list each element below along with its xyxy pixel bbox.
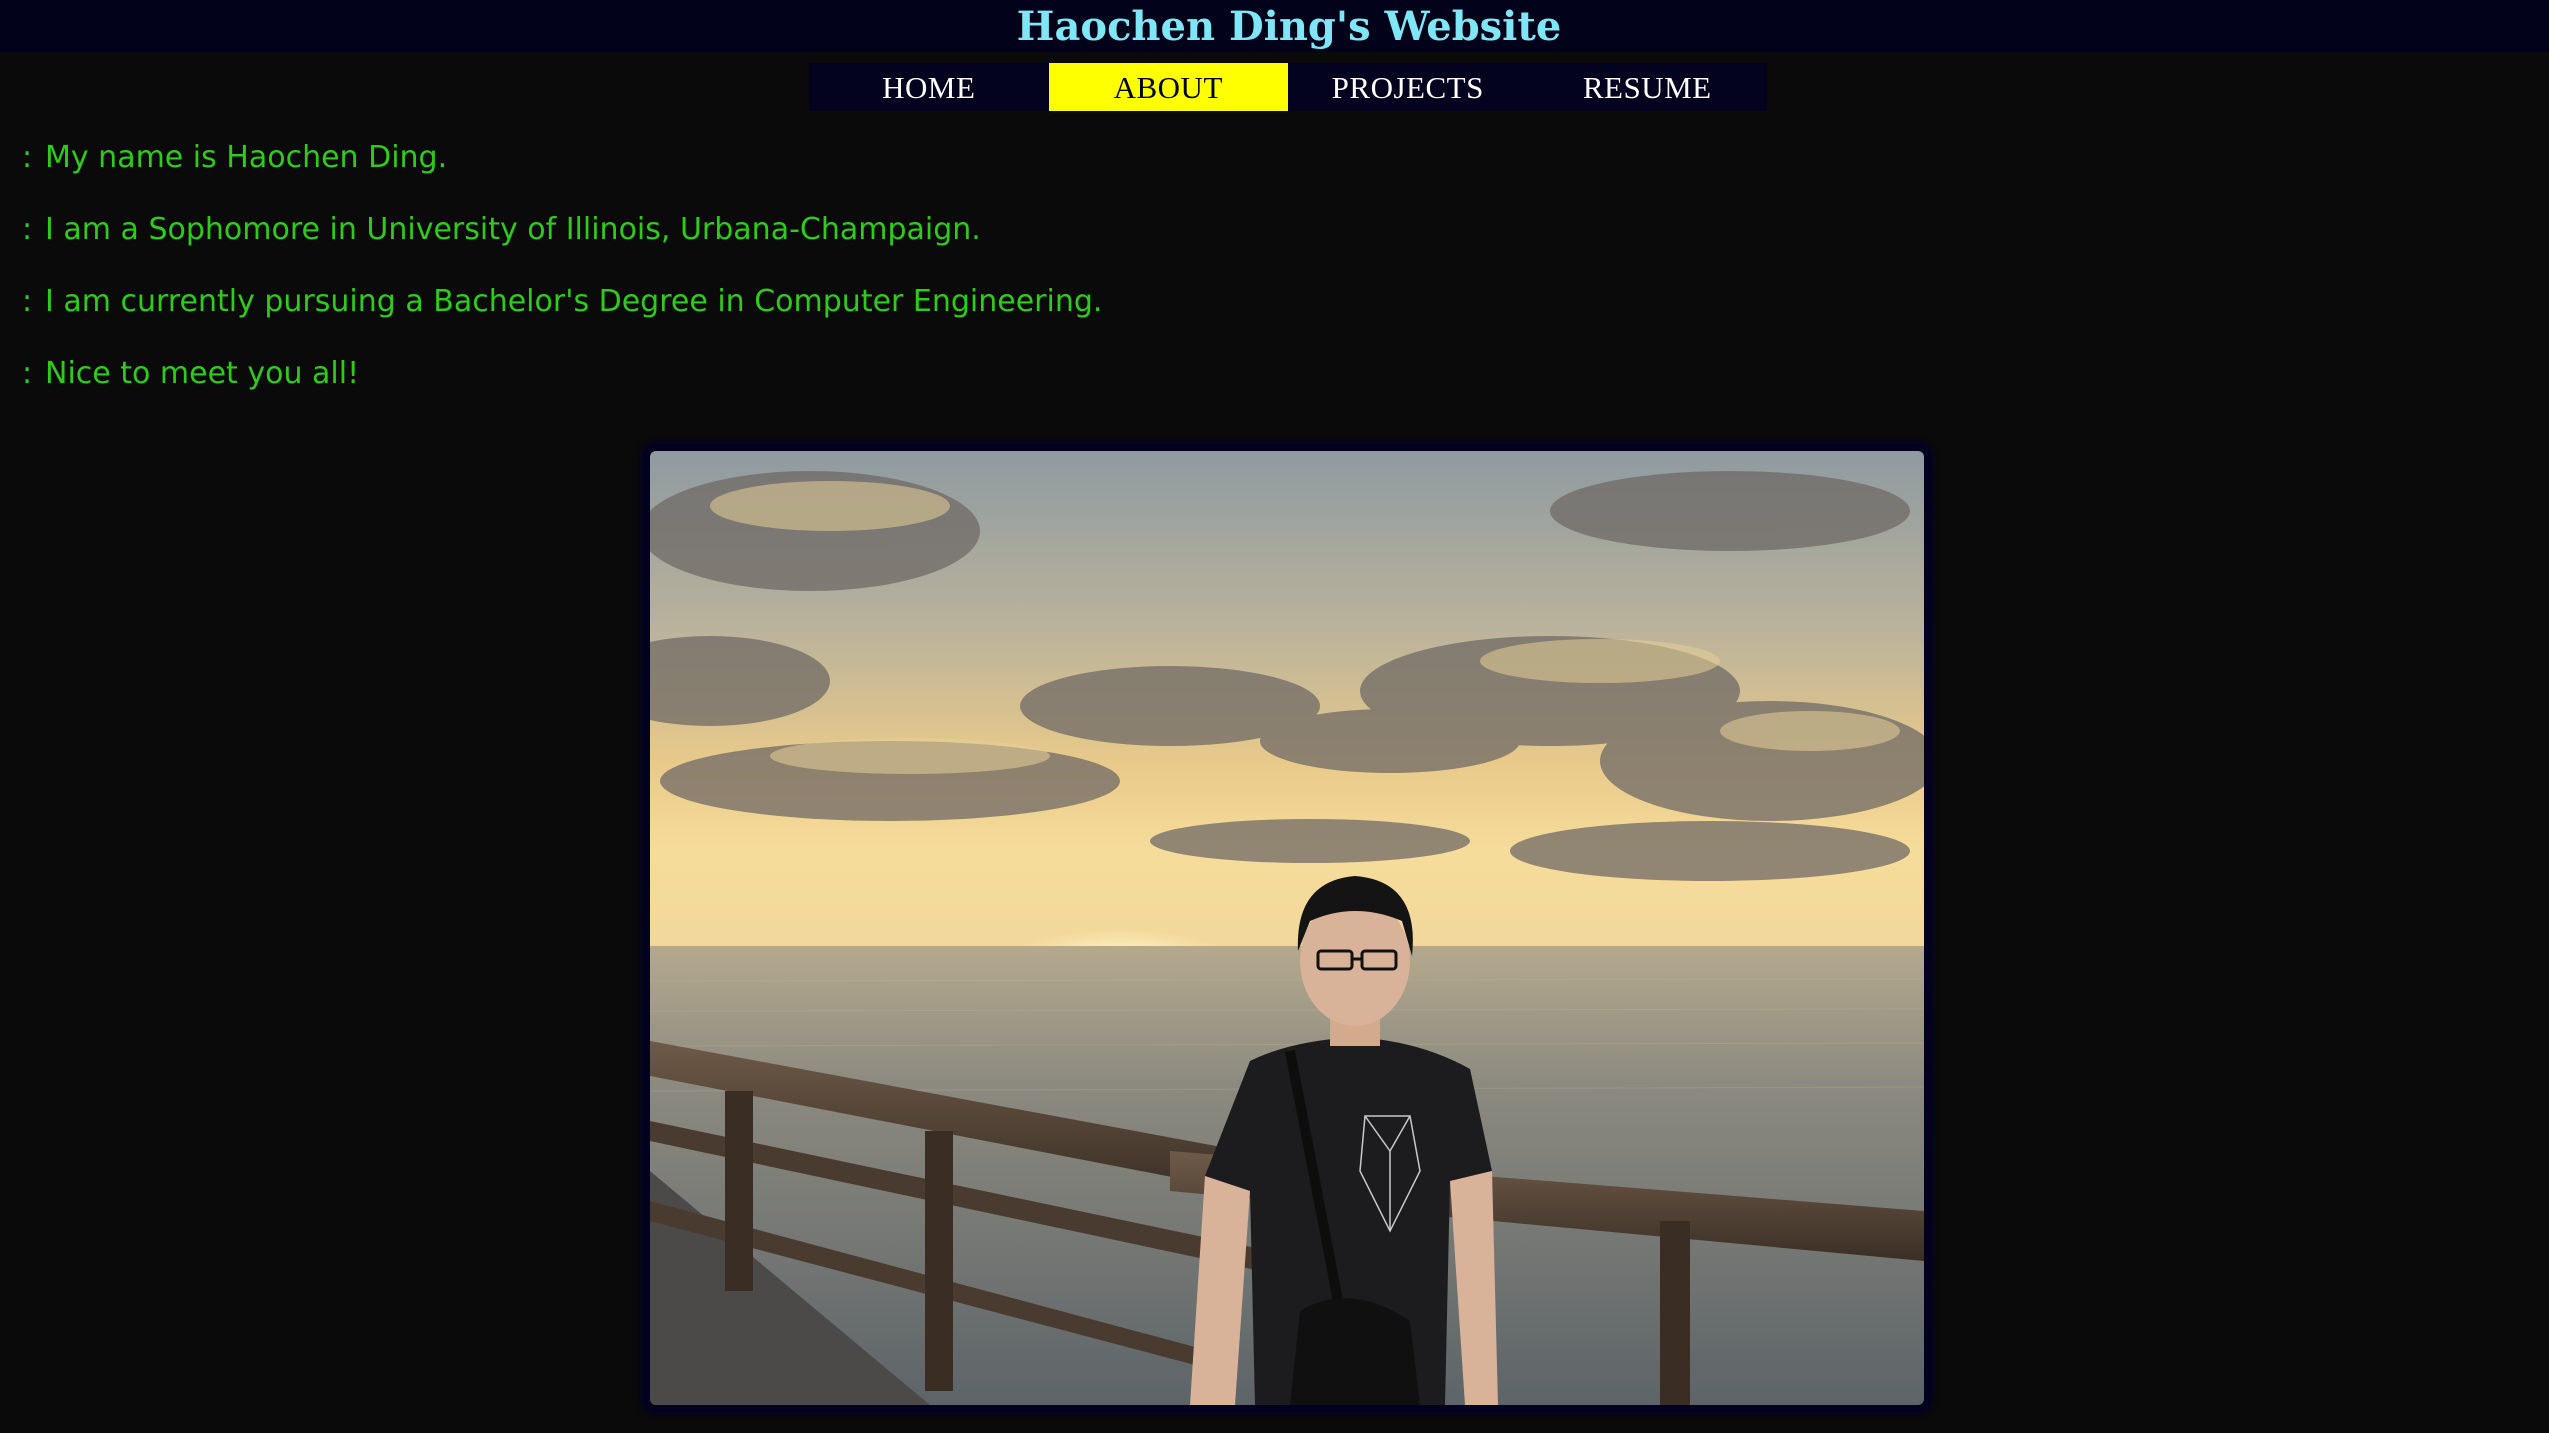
bullet-colon: :: [22, 356, 33, 391]
site-title: Haochen Ding's Website: [1016, 3, 1562, 50]
sunset-pier-image: [650, 451, 1924, 1405]
main-nav: HOME ABOUT PROJECTS RESUME: [809, 63, 1767, 111]
nav-about[interactable]: ABOUT: [1048, 63, 1288, 111]
about-text: I am currently pursuing a Bachelor's Deg…: [45, 284, 1103, 319]
nav-resume[interactable]: RESUME: [1528, 63, 1768, 111]
about-list: : My name is Haochen Ding. : I am a Sophom…: [0, 132, 1102, 420]
nav-projects[interactable]: PROJECTS: [1288, 63, 1528, 111]
bullet-colon: :: [22, 212, 33, 247]
about-text: I am a Sophomore in University of Illino…: [45, 212, 981, 247]
about-item: : I am a Sophomore in University of Illin…: [0, 204, 1102, 276]
portrait-photo: [650, 451, 1924, 1405]
about-item: : My name is Haochen Ding.: [0, 132, 1102, 204]
nav-home[interactable]: HOME: [809, 63, 1049, 111]
header-bar: Haochen Ding's Website: [0, 0, 2549, 52]
about-text: My name is Haochen Ding.: [45, 140, 448, 175]
about-item: : Nice to meet you all!: [0, 348, 1102, 420]
bullet-colon: :: [22, 284, 33, 319]
about-text: Nice to meet you all!: [45, 356, 360, 391]
photo-frame: [643, 444, 1931, 1412]
about-item: : I am currently pursuing a Bachelor's De…: [0, 276, 1102, 348]
bullet-colon: :: [22, 140, 33, 175]
